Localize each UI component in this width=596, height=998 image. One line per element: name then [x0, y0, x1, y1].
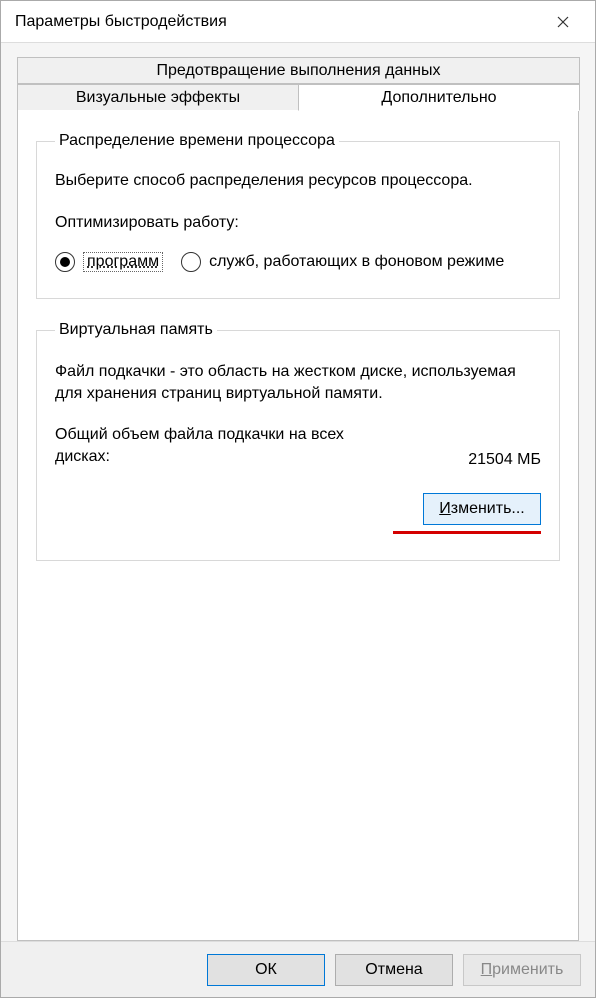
- ok-button[interactable]: ОК: [207, 954, 325, 986]
- change-button[interactable]: Изменить...: [423, 493, 541, 525]
- paging-file-total-value: 21504 МБ: [468, 451, 541, 469]
- radio-programs-label: программ: [83, 252, 163, 272]
- virtual-memory-legend: Виртуальная память: [55, 321, 217, 339]
- window-title: Параметры быстродействия: [15, 13, 541, 31]
- tab-control: Предотвращение выполнения данных Визуаль…: [17, 57, 579, 941]
- radio-outer-icon: [181, 252, 201, 272]
- dialog-button-row: ОК Отмена Применить: [1, 941, 595, 997]
- change-row: Изменить...: [55, 493, 541, 534]
- radio-programs[interactable]: программ: [55, 252, 163, 272]
- virtual-memory-group: Виртуальная память Файл подкачки - это о…: [36, 321, 560, 561]
- radio-background-services[interactable]: служб, работающих в фоновом режиме: [181, 252, 504, 272]
- tab-panel-advanced: Распределение времени процессора Выберит…: [17, 110, 579, 941]
- tab-advanced[interactable]: Дополнительно: [298, 84, 580, 111]
- virtual-memory-desc: Файл подкачки - это область на жестком д…: [55, 361, 541, 406]
- processor-scheduling-desc: Выберите способ распределения ресурсов п…: [55, 172, 541, 190]
- close-button[interactable]: [541, 1, 585, 43]
- processor-scheduling-group: Распределение времени процессора Выберит…: [36, 132, 560, 299]
- paging-file-total-label: Общий объем файла подкачки на всех диска…: [55, 424, 385, 469]
- radio-outer-icon: [55, 252, 75, 272]
- apply-accel: П: [481, 961, 493, 978]
- apply-button: Применить: [463, 954, 581, 986]
- tab-dep[interactable]: Предотвращение выполнения данных: [17, 57, 580, 84]
- radio-dot-icon: [60, 257, 70, 267]
- tab-visual-effects[interactable]: Визуальные эффекты: [17, 84, 299, 111]
- change-button-rest: зменить...: [451, 500, 525, 517]
- cancel-button[interactable]: Отмена: [335, 954, 453, 986]
- titlebar: Параметры быстродействия: [1, 1, 595, 43]
- processor-scheduling-legend: Распределение времени процессора: [55, 132, 339, 150]
- radio-row: программ служб, работающих в фоновом реж…: [55, 252, 541, 272]
- annotation-underline: [393, 531, 541, 534]
- optimize-label: Оптимизировать работу:: [55, 214, 541, 232]
- paging-file-total-row: Общий объем файла подкачки на всех диска…: [55, 424, 541, 469]
- performance-options-window: Параметры быстродействия Предотвращение …: [0, 0, 596, 998]
- client-area: Предотвращение выполнения данных Визуаль…: [1, 43, 595, 941]
- radio-services-label: служб, работающих в фоновом режиме: [209, 253, 504, 271]
- change-button-accel: И: [439, 500, 451, 517]
- apply-rest: рименить: [492, 961, 563, 978]
